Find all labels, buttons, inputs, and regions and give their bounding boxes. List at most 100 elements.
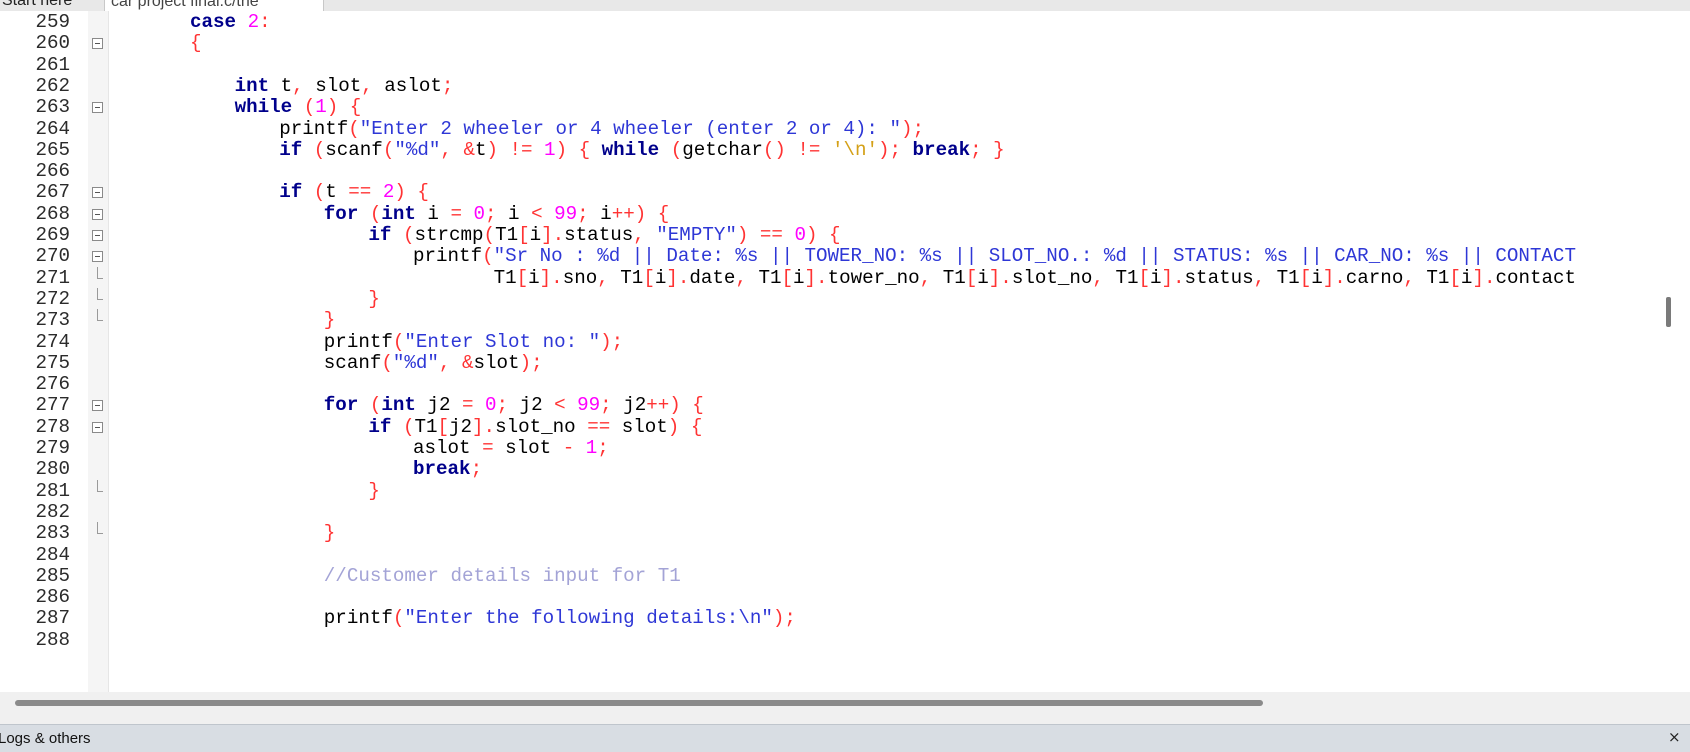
code-line[interactable]: 278 if (T1[j2].slot_no == slot) { bbox=[0, 416, 1656, 439]
vertical-scrollbar-thumb[interactable] bbox=[1666, 297, 1671, 327]
code-line[interactable]: 264 printf("Enter 2 wheeler or 4 wheeler … bbox=[0, 118, 1656, 141]
horizontal-scrollbar-thumb[interactable] bbox=[15, 700, 1263, 706]
code-token: ]. bbox=[988, 266, 1012, 289]
logs-panel-title[interactable]: Logs & others bbox=[0, 730, 91, 747]
code-editor[interactable]: 259 case 2: 260{261 262 int t, slot, aslot; 2… bbox=[0, 11, 1656, 692]
fold-minus-icon[interactable] bbox=[92, 208, 103, 220]
fold-minus-icon[interactable] bbox=[92, 38, 103, 50]
code-line[interactable]: 285 //Customer details input for T1 bbox=[0, 565, 1656, 588]
code-line[interactable]: 282 bbox=[0, 501, 1656, 524]
horizontal-scrollbar[interactable] bbox=[0, 692, 1690, 716]
line-number: 272 bbox=[35, 287, 70, 310]
close-icon[interactable]: × bbox=[1668, 728, 1681, 746]
code-line[interactable]: 260 { bbox=[0, 32, 1656, 55]
code-token: date bbox=[689, 266, 736, 289]
code-line[interactable]: 281} bbox=[0, 479, 1656, 503]
code-line[interactable]: 287 printf("Enter the following details:\… bbox=[0, 607, 1656, 630]
code-token: j2 bbox=[508, 394, 555, 417]
code-line[interactable]: 261 bbox=[0, 54, 1656, 77]
code-line[interactable]: 277 for (int j2 = 0; j2 < 99; j2++) { bbox=[0, 394, 1656, 417]
code-token: = bbox=[450, 202, 462, 225]
code-token: sno bbox=[562, 266, 598, 289]
code-line[interactable]: 283} bbox=[0, 522, 1656, 545]
code-line[interactable]: 262 int t, slot, aslot; bbox=[0, 75, 1656, 98]
code-line[interactable]: 270 printf("Sr No : %d || Date: %s || TOW… bbox=[0, 245, 1656, 268]
code-token: ); bbox=[600, 330, 624, 353]
code-line[interactable]: 288 bbox=[0, 629, 1656, 652]
code-token: i bbox=[1311, 266, 1323, 289]
code-line[interactable]: 273} bbox=[0, 309, 1656, 332]
fold-minus-icon[interactable] bbox=[92, 102, 103, 114]
code-line[interactable]: 286 bbox=[0, 586, 1656, 609]
code-line[interactable]: 284 bbox=[0, 544, 1656, 567]
code-content: } bbox=[368, 288, 380, 311]
code-token: ; bbox=[485, 202, 497, 225]
fold-minus-icon[interactable] bbox=[92, 230, 103, 241]
code-token: ( bbox=[402, 224, 415, 246]
code-content: case 2: bbox=[190, 11, 271, 34]
code-token: 0 bbox=[473, 202, 486, 225]
code-content: { bbox=[190, 32, 202, 55]
code-line[interactable]: 272} bbox=[0, 287, 1656, 311]
fold-guide bbox=[97, 522, 98, 534]
code-token: [ bbox=[518, 224, 530, 246]
code-line[interactable]: 275 scanf("%d", &slot); bbox=[0, 352, 1656, 375]
code-line[interactable]: 279 aslot = slot - 1; bbox=[0, 437, 1656, 460]
code-token: i bbox=[793, 266, 805, 289]
line-number: 263 bbox=[35, 96, 70, 119]
code-token: { bbox=[690, 415, 703, 438]
vertical-scrollbar[interactable] bbox=[1656, 11, 1690, 692]
code-content: int t, slot, aslot; bbox=[235, 75, 454, 98]
code-line[interactable]: 263 while (1) { bbox=[0, 96, 1656, 119]
code-line[interactable]: 274 printf("Enter Slot no: "); bbox=[0, 331, 1656, 354]
code-token: { bbox=[692, 394, 704, 417]
fold-minus-icon[interactable] bbox=[92, 187, 103, 199]
code-token: ); bbox=[900, 117, 925, 140]
code-token: { bbox=[190, 32, 202, 55]
fold-guide bbox=[97, 309, 98, 321]
code-token: , bbox=[440, 138, 452, 161]
code-line[interactable]: 265 if (scanf("%d", &t) != 1) { while (ge… bbox=[0, 139, 1656, 162]
fold-minus-icon[interactable] bbox=[92, 251, 103, 263]
fold-minus-icon[interactable] bbox=[92, 421, 103, 433]
code-content: scanf("%d", &slot); bbox=[324, 352, 543, 375]
fold-minus-icon[interactable] bbox=[92, 400, 103, 412]
line-number: 271 bbox=[35, 266, 70, 289]
code-token: [ bbox=[437, 415, 449, 438]
code-token: ) bbox=[805, 224, 818, 246]
code-token: "Enter Slot no: " bbox=[404, 330, 601, 353]
code-content: T1[i].sno, T1[i].date, T1[i].tower_no, T… bbox=[413, 267, 1576, 290]
line-number: 283 bbox=[35, 522, 70, 545]
code-line[interactable]: 268 for (int i = 0; i < 99; i++) { bbox=[0, 203, 1656, 226]
line-number: 262 bbox=[35, 74, 70, 97]
code-token: [ bbox=[965, 266, 978, 289]
code-line[interactable]: 271 T1[i].sno, T1[i].date, T1[i].tower_n… bbox=[0, 266, 1656, 290]
fold-guide bbox=[97, 266, 98, 278]
code-token: t bbox=[269, 74, 293, 97]
code-token: aslot bbox=[372, 74, 442, 97]
code-line[interactable]: 269 if (strcmp(T1[i].status, "EMPTY") == … bbox=[0, 224, 1656, 247]
code-token: status bbox=[1184, 266, 1254, 289]
code-token: < bbox=[531, 202, 543, 225]
code-token: ) bbox=[736, 224, 749, 246]
code-line[interactable]: 280 break; bbox=[0, 458, 1656, 481]
code-token: slot_no bbox=[495, 415, 588, 438]
code-line[interactable]: 259 case 2: bbox=[0, 11, 1656, 34]
tab-start-here[interactable]: Start here bbox=[0, 0, 100, 10]
code-token: == bbox=[587, 415, 611, 438]
code-token: ; bbox=[970, 138, 982, 161]
code-token: ( bbox=[313, 181, 326, 204]
code-line[interactable]: 267 if (t == 2) { bbox=[0, 181, 1656, 204]
code-token: //Customer details input for T1 bbox=[323, 564, 681, 587]
code-token: i bbox=[977, 266, 989, 289]
code-token: = bbox=[482, 437, 494, 459]
code-line[interactable]: 276 bbox=[0, 373, 1656, 396]
code-content: if (T1[j2].slot_no == slot) { bbox=[368, 416, 702, 439]
code-line[interactable]: 266 bbox=[0, 160, 1656, 183]
